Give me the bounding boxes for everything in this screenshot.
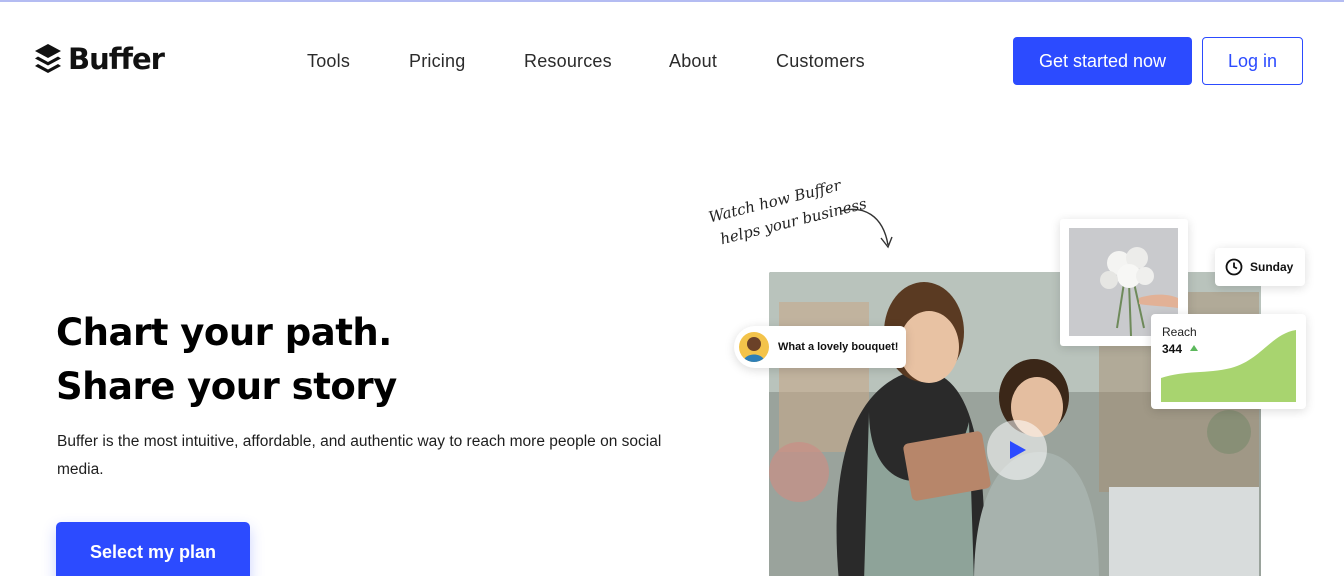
play-button[interactable] <box>987 420 1047 480</box>
hero-title: Chart your path. Share your story <box>56 306 397 414</box>
hero-description: Buffer is the most intuitive, affordable… <box>57 433 662 478</box>
nav-item-customers[interactable]: Customers <box>776 51 865 72</box>
buffer-logo-icon <box>35 44 61 73</box>
schedule-chip: Sunday <box>1215 248 1305 286</box>
clock-icon <box>1225 258 1243 276</box>
reach-area-chart <box>1161 330 1296 402</box>
reach-label: Reach <box>1162 325 1197 339</box>
play-icon <box>1010 441 1026 459</box>
select-plan-button[interactable]: Select my plan <box>56 522 250 576</box>
avatar <box>739 332 769 362</box>
hero-title-line-2: Share your story <box>56 365 397 408</box>
reach-value: 344 <box>1162 342 1183 356</box>
reach-card: Reach 344 <box>1151 314 1306 409</box>
comment-bubble: What a lovely bouquet! <box>734 326 906 368</box>
person-avatar-icon <box>739 332 769 362</box>
up-triangle-icon <box>1190 345 1198 351</box>
nav-item-tools[interactable]: Tools <box>307 51 350 72</box>
site-header: Buffer Tools Pricing Resources About Cus… <box>0 2 1344 120</box>
get-started-button[interactable]: Get started now <box>1013 37 1192 85</box>
curved-arrow-icon <box>840 208 893 249</box>
nav-item-pricing[interactable]: Pricing <box>409 51 465 72</box>
login-button[interactable]: Log in <box>1202 37 1303 85</box>
brand-name: Buffer <box>68 42 165 76</box>
nav-item-about[interactable]: About <box>669 51 717 72</box>
schedule-day: Sunday <box>1250 260 1294 274</box>
nav-item-resources[interactable]: Resources <box>524 51 612 72</box>
hero-title-line-1: Chart your path. <box>56 311 392 354</box>
comment-text: What a lovely bouquet! <box>778 341 899 353</box>
brand-logo[interactable]: Buffer <box>34 42 165 76</box>
